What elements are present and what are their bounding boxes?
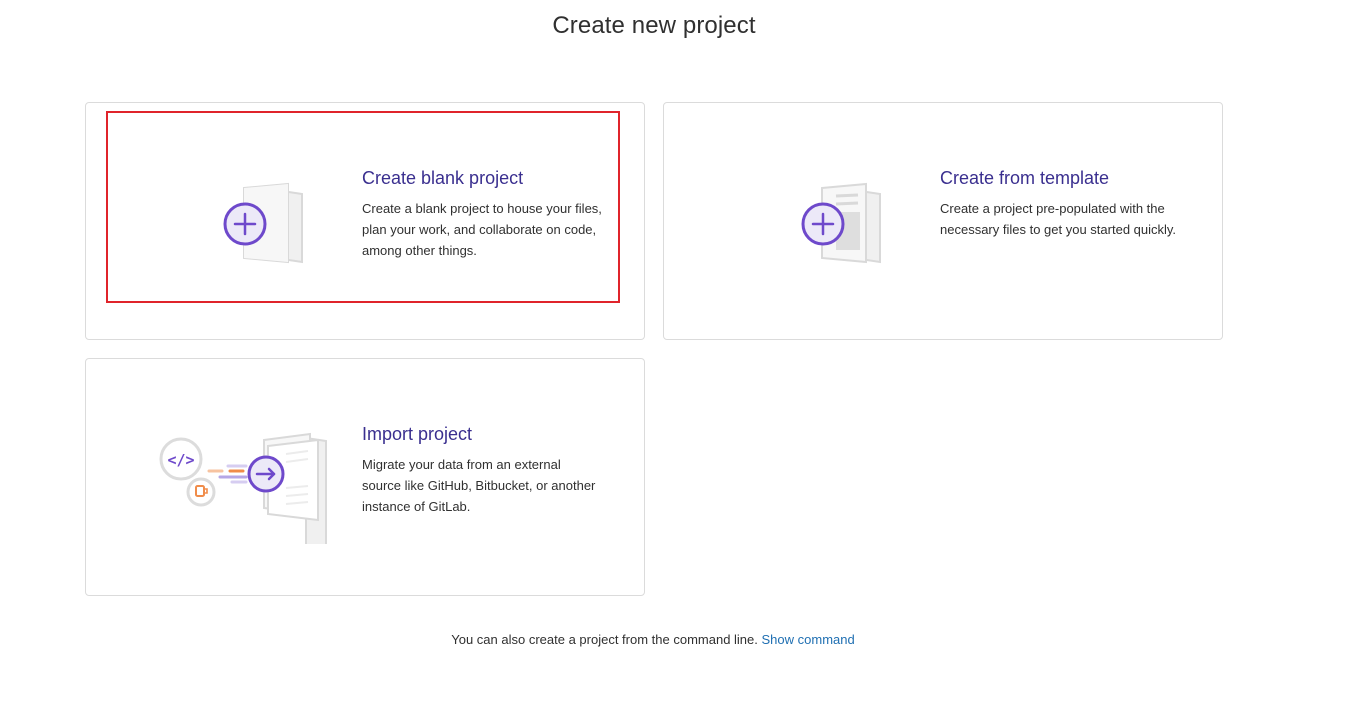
create-blank-project-description: Create a blank project to house your fil… [362, 201, 602, 258]
show-command-link[interactable]: Show command [762, 632, 855, 647]
page-title: Create new project [552, 12, 756, 39]
svg-text:</>: </> [167, 451, 194, 469]
command-line-hint-text: You can also create a project from the c… [451, 632, 758, 647]
create-from-template-title[interactable]: Create from template [940, 167, 1180, 189]
new-project-page: Create new project Create blank project … [0, 0, 1346, 715]
create-blank-project-card[interactable]: Create blank project Create a blank proj… [85, 102, 645, 340]
import-project-illustration-icon: </> [146, 414, 346, 568]
import-project-description: Migrate your data from an external sourc… [362, 457, 596, 514]
template-project-illustration-icon [724, 158, 924, 288]
import-project-title[interactable]: Import project [362, 423, 602, 445]
import-project-card[interactable]: </> Import project Migrate your data fro… [85, 358, 645, 596]
blank-project-illustration-icon [146, 158, 346, 288]
command-line-hint: You can also create a project from the c… [0, 632, 1306, 647]
create-from-template-card[interactable]: Create from template Create a project pr… [663, 102, 1223, 340]
create-blank-project-title[interactable]: Create blank project [362, 167, 602, 189]
create-from-template-description: Create a project pre-populated with the … [940, 201, 1177, 237]
